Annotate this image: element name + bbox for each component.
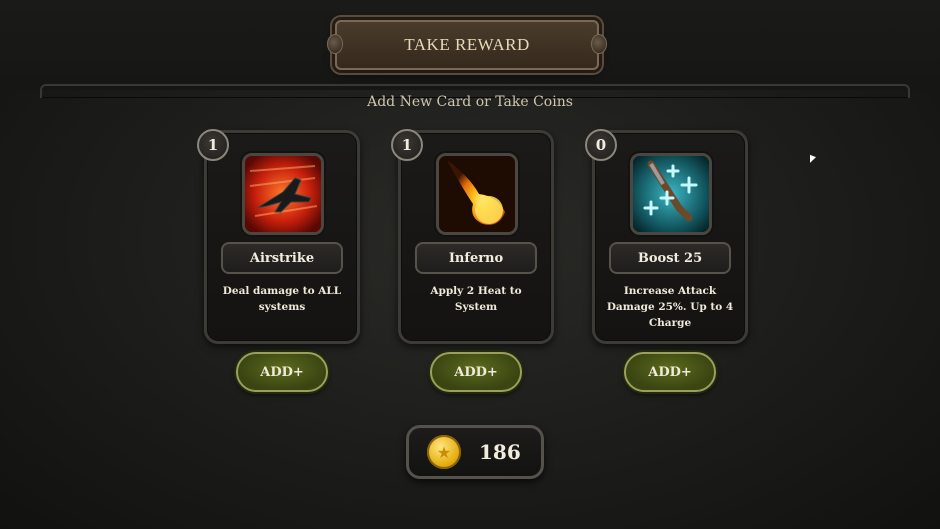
reward-card-inferno[interactable]: 1 Inferno Apply 2 Heat to System bbox=[391, 129, 554, 344]
coin-amount: 186 bbox=[479, 440, 521, 464]
card-name: Inferno bbox=[415, 242, 537, 274]
card-name: Boost 25 bbox=[609, 242, 731, 274]
add-airstrike-button[interactable]: ADD+ bbox=[236, 352, 328, 392]
take-coins-button[interactable]: ★ 186 bbox=[406, 425, 544, 479]
card-count-badge: 0 bbox=[585, 129, 617, 161]
coin-icon: ★ bbox=[427, 435, 461, 469]
reward-card-boost-25[interactable]: 0 Boost 25 Increase Attack Damage 25%. U… bbox=[585, 129, 748, 344]
add-inferno-button[interactable]: ADD+ bbox=[430, 352, 522, 392]
card-description: Increase Attack Damage 25%. Up to 4 Char… bbox=[606, 285, 734, 329]
card-description: Apply 2 Heat to System bbox=[430, 285, 522, 313]
subtitle: Add New Card or Take Coins bbox=[367, 94, 573, 110]
mouse-cursor bbox=[810, 154, 816, 166]
page-title: TAKE REWARD bbox=[404, 35, 530, 54]
syringe-plus-icon bbox=[630, 153, 712, 235]
jet-icon bbox=[242, 153, 324, 235]
card-count-badge: 1 bbox=[391, 129, 423, 161]
plate-knob-right bbox=[591, 34, 607, 54]
card-name: Airstrike bbox=[221, 242, 343, 274]
fireball-icon bbox=[436, 153, 518, 235]
card-description: Deal damage to ALL systems bbox=[222, 285, 342, 313]
reward-card-airstrike[interactable]: 1 Airstrike Deal damage to ALL systems bbox=[197, 129, 360, 344]
plate-knob-left bbox=[327, 34, 343, 54]
card-count-badge: 1 bbox=[197, 129, 229, 161]
add-boost-25-button[interactable]: ADD+ bbox=[624, 352, 716, 392]
title-plate: TAKE REWARD bbox=[327, 20, 607, 70]
